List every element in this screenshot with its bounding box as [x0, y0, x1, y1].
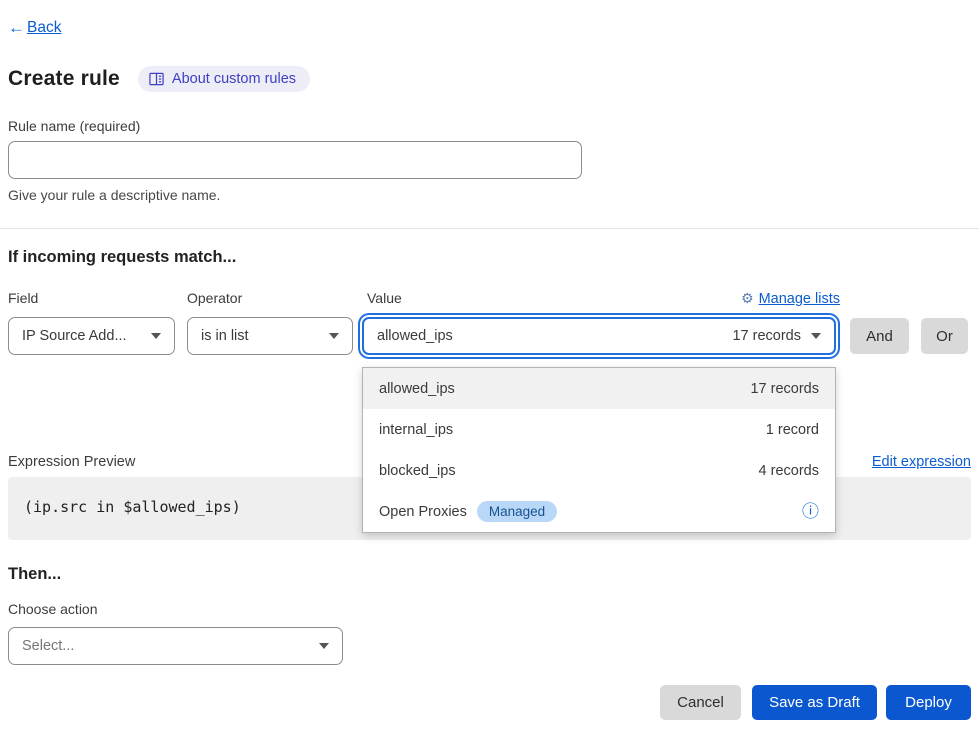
field-select-value: IP Source Add...	[22, 328, 127, 344]
operator-label: Operator	[187, 290, 242, 306]
list-option-name: internal_ips	[379, 422, 453, 438]
match-heading: If incoming requests match...	[8, 248, 236, 267]
chevron-down-icon	[811, 333, 821, 339]
list-option-blocked-ips[interactable]: blocked_ips 4 records	[363, 450, 835, 491]
info-icon[interactable]: ⓘ	[802, 503, 819, 520]
action-select-placeholder: Select...	[22, 638, 74, 654]
list-option-count: 17 records	[750, 381, 819, 397]
save-as-draft-button[interactable]: Save as Draft	[752, 685, 877, 720]
expression-code: (ip.src in $allowed_ips)	[24, 498, 241, 516]
action-select[interactable]: Select...	[8, 627, 343, 665]
or-button[interactable]: Or	[921, 318, 968, 354]
value-select[interactable]: allowed_ips 17 records	[362, 317, 836, 355]
cancel-button[interactable]: Cancel	[660, 685, 741, 720]
back-label: Back	[27, 19, 61, 37]
page-title: Create rule	[8, 67, 120, 91]
chevron-down-icon	[319, 643, 329, 649]
value-select-selected: allowed_ips	[377, 328, 453, 344]
manage-lists-label: Manage lists	[759, 291, 840, 307]
chevron-down-icon	[329, 333, 339, 339]
create-rule-page: ←Back Create rule About custom rules Rul…	[0, 0, 979, 739]
list-option-allowed-ips[interactable]: allowed_ips 17 records	[363, 368, 835, 409]
list-option-count: 1 record	[766, 422, 819, 438]
list-option-count: 4 records	[759, 463, 819, 479]
rule-name-label: Rule name (required)	[8, 118, 140, 134]
list-option-name: allowed_ips	[379, 381, 455, 397]
choose-action-label: Choose action	[8, 601, 98, 617]
then-heading: Then...	[8, 565, 61, 584]
title-row: Create rule About custom rules	[8, 66, 310, 92]
list-option-name: Open Proxies	[379, 504, 467, 520]
rule-name-input[interactable]	[8, 141, 582, 179]
field-label: Field	[8, 290, 38, 306]
rule-name-help: Give your rule a descriptive name.	[8, 187, 220, 203]
expression-preview-label: Expression Preview	[8, 454, 135, 470]
managed-badge: Managed	[477, 501, 557, 522]
about-badge-label: About custom rules	[172, 71, 296, 87]
back-link[interactable]: ←Back	[8, 18, 61, 38]
list-option-internal-ips[interactable]: internal_ips 1 record	[363, 409, 835, 450]
value-dropdown-menu: allowed_ips 17 records internal_ips 1 re…	[362, 367, 836, 533]
operator-select[interactable]: is in list	[187, 317, 353, 355]
list-option-open-proxies[interactable]: Open Proxies Managed ⓘ	[363, 491, 835, 532]
and-button[interactable]: And	[850, 318, 909, 354]
operator-select-value: is in list	[201, 328, 249, 344]
chevron-down-icon	[151, 333, 161, 339]
value-label: Value	[367, 290, 402, 306]
deploy-button[interactable]: Deploy	[886, 685, 971, 720]
list-option-name: blocked_ips	[379, 463, 456, 479]
edit-expression-link[interactable]: Edit expression	[872, 454, 971, 470]
gear-icon: ⚙	[741, 290, 754, 307]
back-arrow-icon: ←	[8, 18, 25, 38]
about-custom-rules-link[interactable]: About custom rules	[138, 66, 310, 92]
field-select[interactable]: IP Source Add...	[8, 317, 175, 355]
value-select-records: 17 records	[732, 328, 801, 344]
manage-lists-link[interactable]: ⚙ Manage lists	[741, 290, 840, 307]
book-icon	[149, 72, 164, 86]
section-divider	[0, 228, 979, 229]
